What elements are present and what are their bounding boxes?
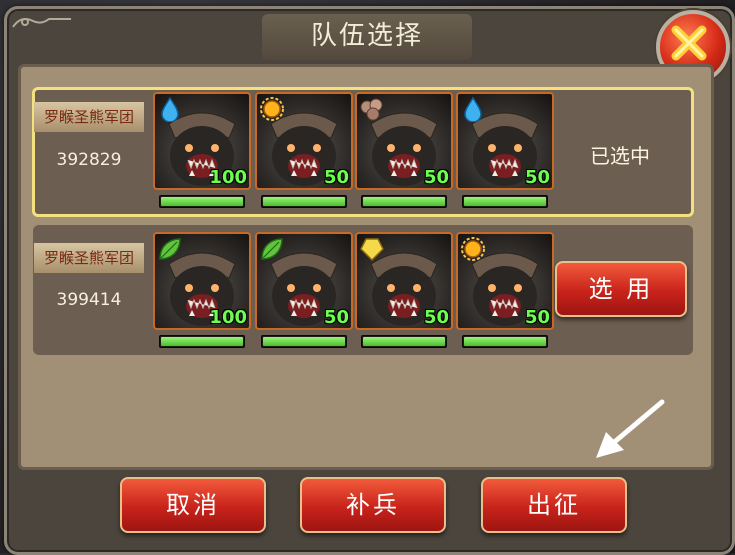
unit-hp-fill bbox=[363, 337, 445, 346]
unit-level: 100 bbox=[209, 307, 247, 328]
corner-ornament-icon bbox=[12, 18, 71, 28]
team-power-2: 399414 bbox=[56, 290, 122, 310]
deploy-button[interactable]: 出征 bbox=[481, 477, 627, 533]
unit-hp-fill bbox=[464, 337, 546, 346]
water-icon bbox=[157, 96, 183, 123]
unit-hp-bar bbox=[159, 195, 245, 208]
unit-level: 50 bbox=[323, 167, 349, 188]
cancel-button[interactable]: 取消 bbox=[120, 477, 266, 533]
rock-icon bbox=[359, 96, 385, 122]
unit-level: 50 bbox=[524, 307, 550, 328]
gem-icon bbox=[359, 236, 385, 262]
leaf-icon bbox=[157, 236, 183, 262]
unit-card[interactable]: 50 bbox=[456, 92, 554, 190]
unit-hp-bar bbox=[361, 195, 447, 208]
sun-icon bbox=[460, 236, 486, 262]
unit-hp-fill bbox=[464, 197, 546, 206]
unit-card[interactable]: 50 bbox=[255, 92, 353, 190]
unit-level: 50 bbox=[323, 307, 349, 328]
unit-hp-bar bbox=[462, 335, 548, 348]
unit-card[interactable]: 100 bbox=[153, 232, 251, 330]
unit-hp-bar bbox=[261, 195, 347, 208]
unit-hp-fill bbox=[161, 197, 243, 206]
unit-hp-bar bbox=[159, 335, 245, 348]
unit-level: 50 bbox=[423, 307, 449, 328]
unit-hp-bar bbox=[462, 195, 548, 208]
unit-hp-bar bbox=[361, 335, 447, 348]
select-team-button[interactable]: 选 用 bbox=[555, 261, 687, 317]
unit-level: 50 bbox=[423, 167, 449, 188]
sun-icon bbox=[259, 96, 285, 122]
unit-card[interactable]: 50 bbox=[456, 232, 554, 330]
leaf-icon bbox=[259, 236, 285, 262]
dialog-title: 队伍选择 bbox=[310, 21, 423, 51]
unit-hp-fill bbox=[363, 197, 445, 206]
water-icon bbox=[460, 96, 486, 123]
team-power-1: 392829 bbox=[56, 150, 122, 170]
unit-level: 50 bbox=[524, 167, 550, 188]
unit-card[interactable]: 50 bbox=[255, 232, 353, 330]
unit-card[interactable]: 50 bbox=[355, 92, 453, 190]
unit-hp-bar bbox=[261, 335, 347, 348]
unit-card[interactable]: 50 bbox=[355, 232, 453, 330]
unit-hp-fill bbox=[263, 337, 345, 346]
reinforce-button[interactable]: 补兵 bbox=[300, 477, 446, 533]
selected-status: 已选中 bbox=[590, 144, 650, 168]
pointer-arrow-icon bbox=[596, 399, 665, 458]
unit-level: 100 bbox=[209, 167, 247, 188]
unit-hp-fill bbox=[161, 337, 243, 346]
team-name-1: 罗睺圣熊军团 bbox=[34, 102, 144, 132]
unit-hp-fill bbox=[263, 197, 345, 206]
team-name-2: 罗睺圣熊军团 bbox=[34, 243, 144, 273]
unit-card[interactable]: 100 bbox=[153, 92, 251, 190]
